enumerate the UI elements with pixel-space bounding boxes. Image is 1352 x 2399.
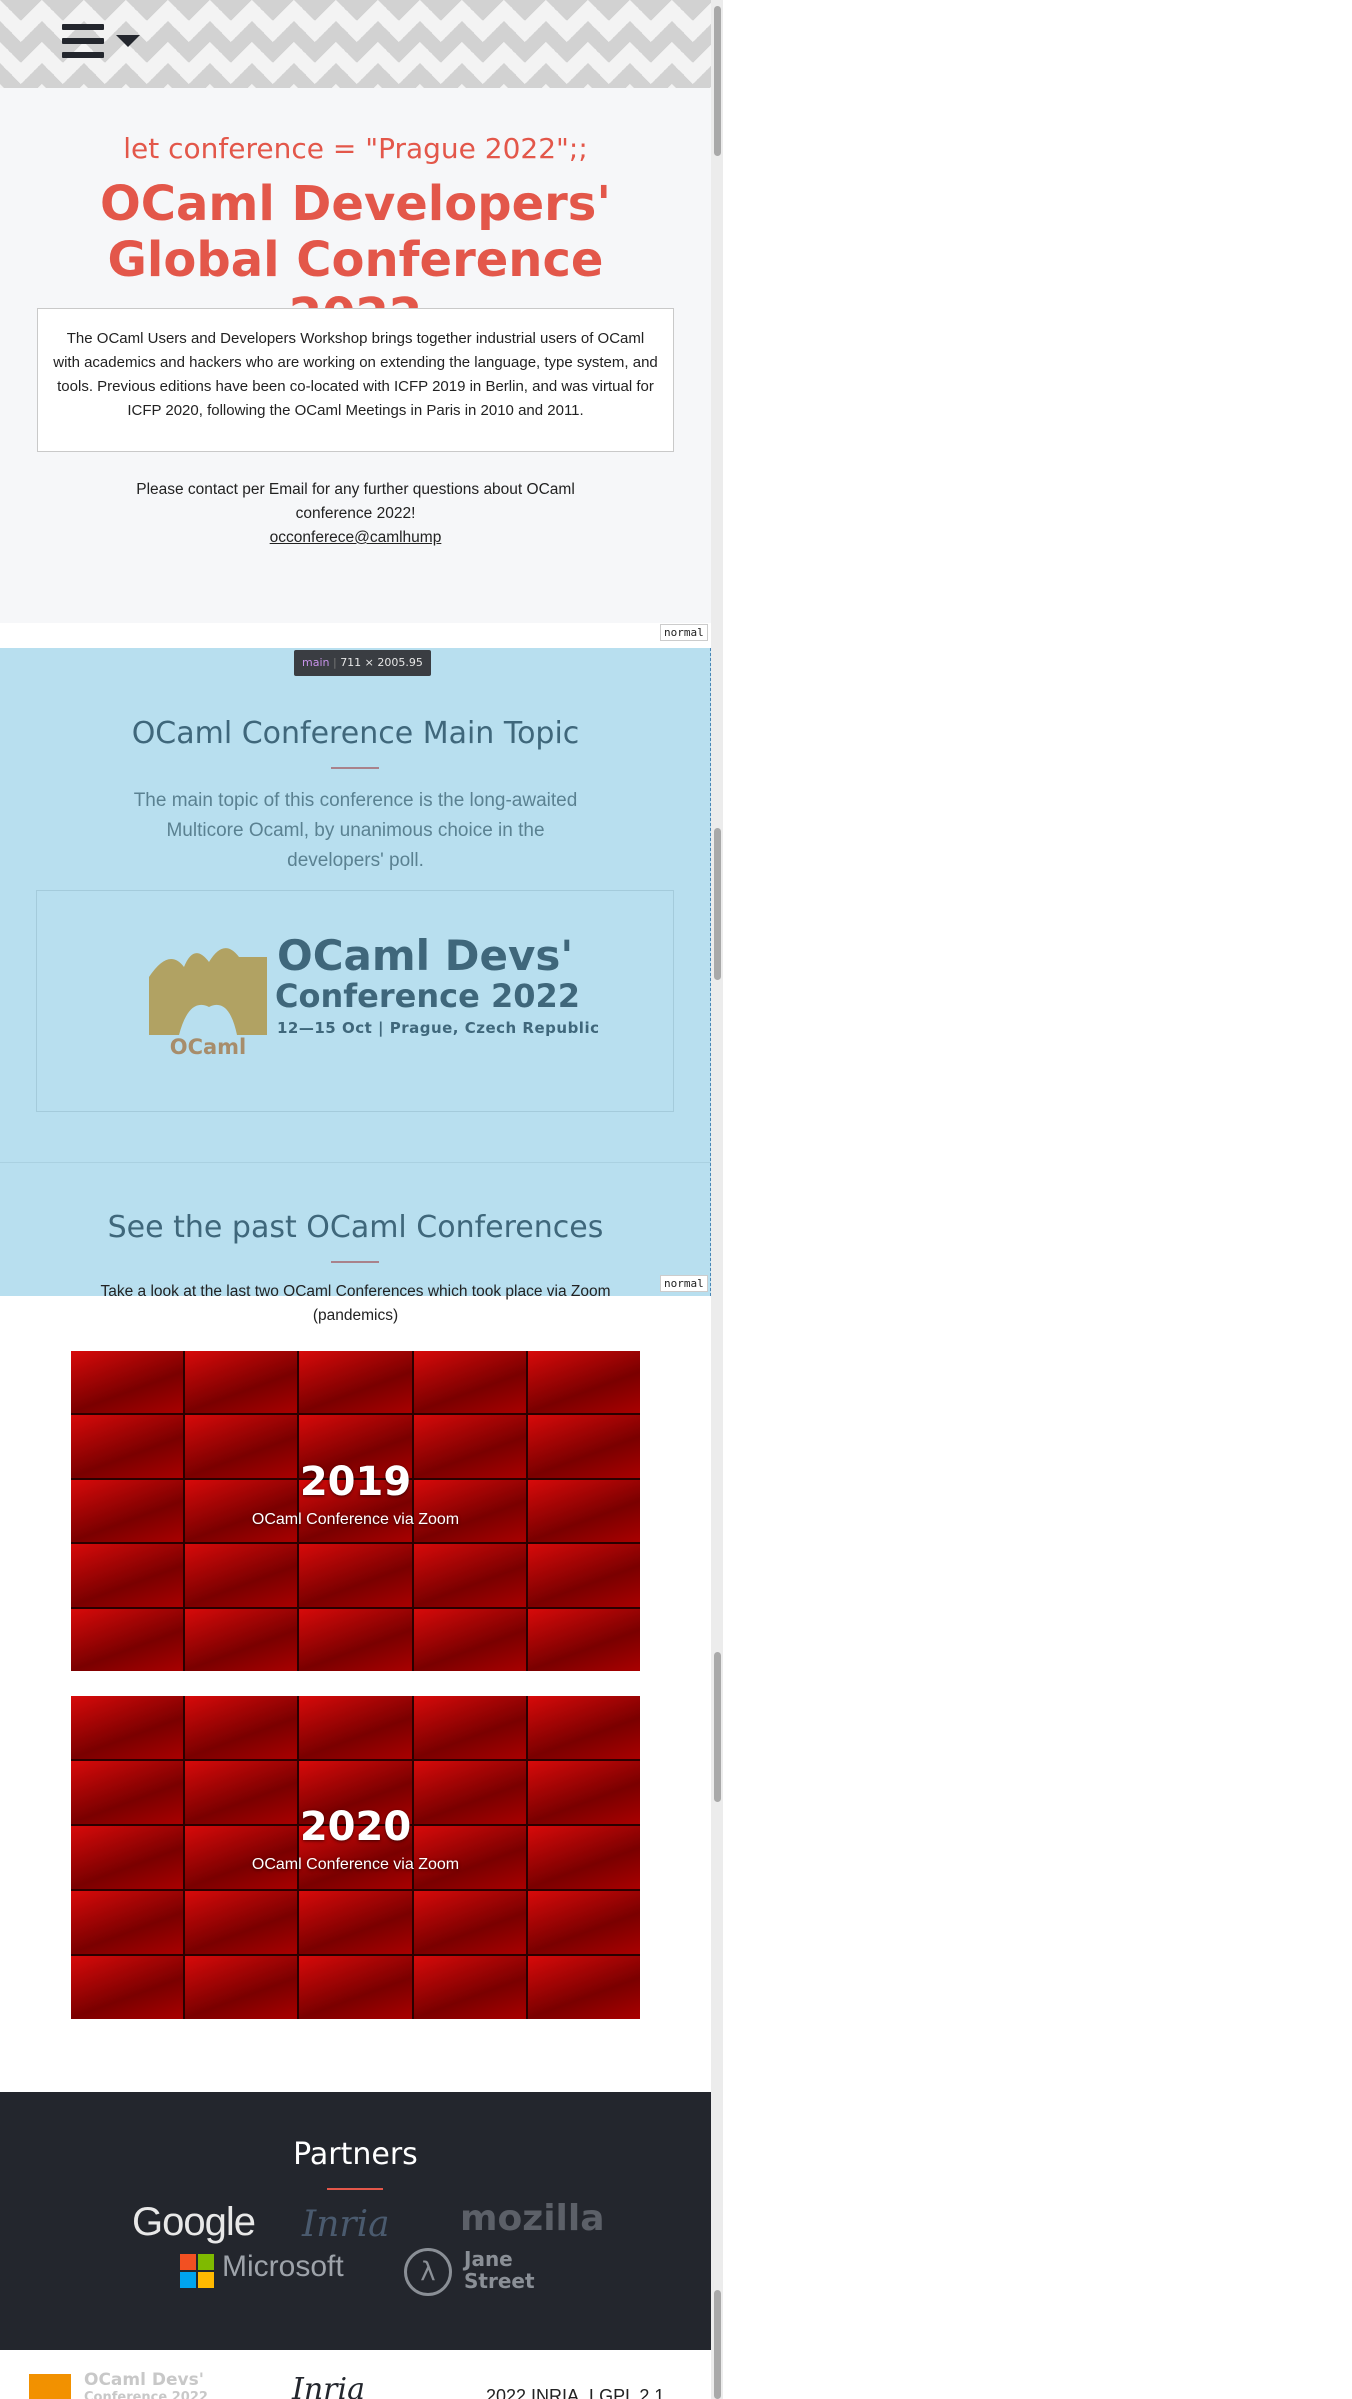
footer: OCaml Devs' Conference 2022 Inria 2022 I…: [0, 2350, 711, 2399]
tooltip-tag: main: [302, 656, 330, 669]
partner-mozilla-logo[interactable]: mozilla: [460, 2198, 605, 2239]
partner-jane-street-logo[interactable]: Jane Street: [464, 2248, 535, 2292]
conference-year: 2020: [299, 1804, 412, 1850]
microsoft-icon: [180, 2254, 214, 2288]
conference-subtitle: OCaml Conference via Zoom: [251, 1511, 460, 1528]
partner-inria-logo[interactable]: Inria: [302, 2204, 390, 2245]
contact-text: Please contact per Email for any further…: [136, 481, 575, 522]
devtools-normal-badge: normal: [660, 624, 708, 641]
scrollbar-thumb[interactable]: [714, 2290, 721, 2399]
scrollbar-thumb[interactable]: [714, 828, 721, 980]
partners-section: Partners Google Inria mozilla Microsoft …: [0, 2092, 711, 2350]
contact-email-link[interactable]: occonferece@camlhump: [120, 526, 591, 550]
title-underline: [331, 767, 379, 769]
conference-subtitle: OCaml Conference via Zoom: [251, 1856, 460, 1873]
jane-street-line2: Street: [464, 2269, 535, 2293]
logo-camel-label: OCaml: [169, 1035, 247, 1059]
main-topic-description: The main topic of this conference is the…: [133, 790, 578, 871]
logo-date-location: 12—15 Oct | Prague, Czech Republic: [277, 1019, 600, 1037]
footer-name-line1: OCaml Devs': [84, 2370, 204, 2390]
footer-inria-logo[interactable]: Inria: [292, 2372, 365, 2399]
past-conferences-description: Take a look at the last two OCaml Confer…: [100, 1283, 611, 1324]
caret-down-icon[interactable]: [116, 35, 140, 47]
scrollbar[interactable]: [711, 0, 723, 2399]
main-topic-section: OCaml Conference Main Topic The main top…: [0, 648, 711, 1296]
section-divider: [0, 1162, 711, 1163]
header: [0, 0, 711, 88]
scrollbar-thumb[interactable]: [714, 6, 721, 156]
page: let conference = "Prague 2022";; OCaml D…: [0, 0, 711, 2399]
partners-title: Partners: [293, 2137, 418, 2172]
devtools-element-tooltip: main | 711 × 2005.95: [294, 650, 431, 676]
intro-text: The OCaml Users and Developers Workshop …: [37, 308, 674, 452]
main-topic-title: OCaml Conference Main Topic: [131, 716, 580, 751]
footer-name-line2: Conference 2022: [84, 2390, 208, 2399]
partner-google-logo[interactable]: Google: [132, 2200, 256, 2245]
title-underline: [331, 1261, 379, 1263]
footer-conference-name: OCaml Devs' Conference 2022: [84, 2372, 208, 2399]
conference-card-2019[interactable]: 2019 OCaml Conference via Zoom: [71, 1351, 640, 1671]
scrollbar-thumb[interactable]: [714, 1652, 721, 1802]
jane-street-icon: λ: [404, 2248, 452, 2296]
hamburger-icon[interactable]: [62, 24, 104, 60]
tooltip-size: 711 × 2005.95: [340, 656, 423, 669]
past-conferences-title: See the past OCaml Conferences: [107, 1210, 604, 1245]
logo-title-line1: OCaml Devs': [277, 931, 574, 980]
conference-card-2020[interactable]: 2020 OCaml Conference via Zoom: [71, 1696, 640, 2019]
ocaml-camel-icon: [149, 937, 267, 1035]
jane-street-line1: Jane: [464, 2247, 513, 2271]
footer-copyright: 2022 INRIA, LGPL 2.1: [486, 2386, 665, 2399]
partner-microsoft-logo[interactable]: Microsoft: [222, 2250, 344, 2284]
conference-logo: OCaml OCaml Devs' Conference 2022 12—15 …: [36, 890, 674, 1112]
footer-camel-icon: [29, 2374, 71, 2399]
conference-year: 2019: [299, 1459, 412, 1505]
hero-section: let conference = "Prague 2022";; OCaml D…: [0, 88, 711, 641]
hero-tagline: let conference = "Prague 2022";;: [123, 132, 588, 165]
logo-title-line2: Conference 2022: [275, 977, 581, 1015]
contact-block: Please contact per Email for any further…: [120, 478, 591, 550]
devtools-normal-badge: normal: [660, 1275, 708, 1292]
title-underline: [327, 2188, 383, 2190]
